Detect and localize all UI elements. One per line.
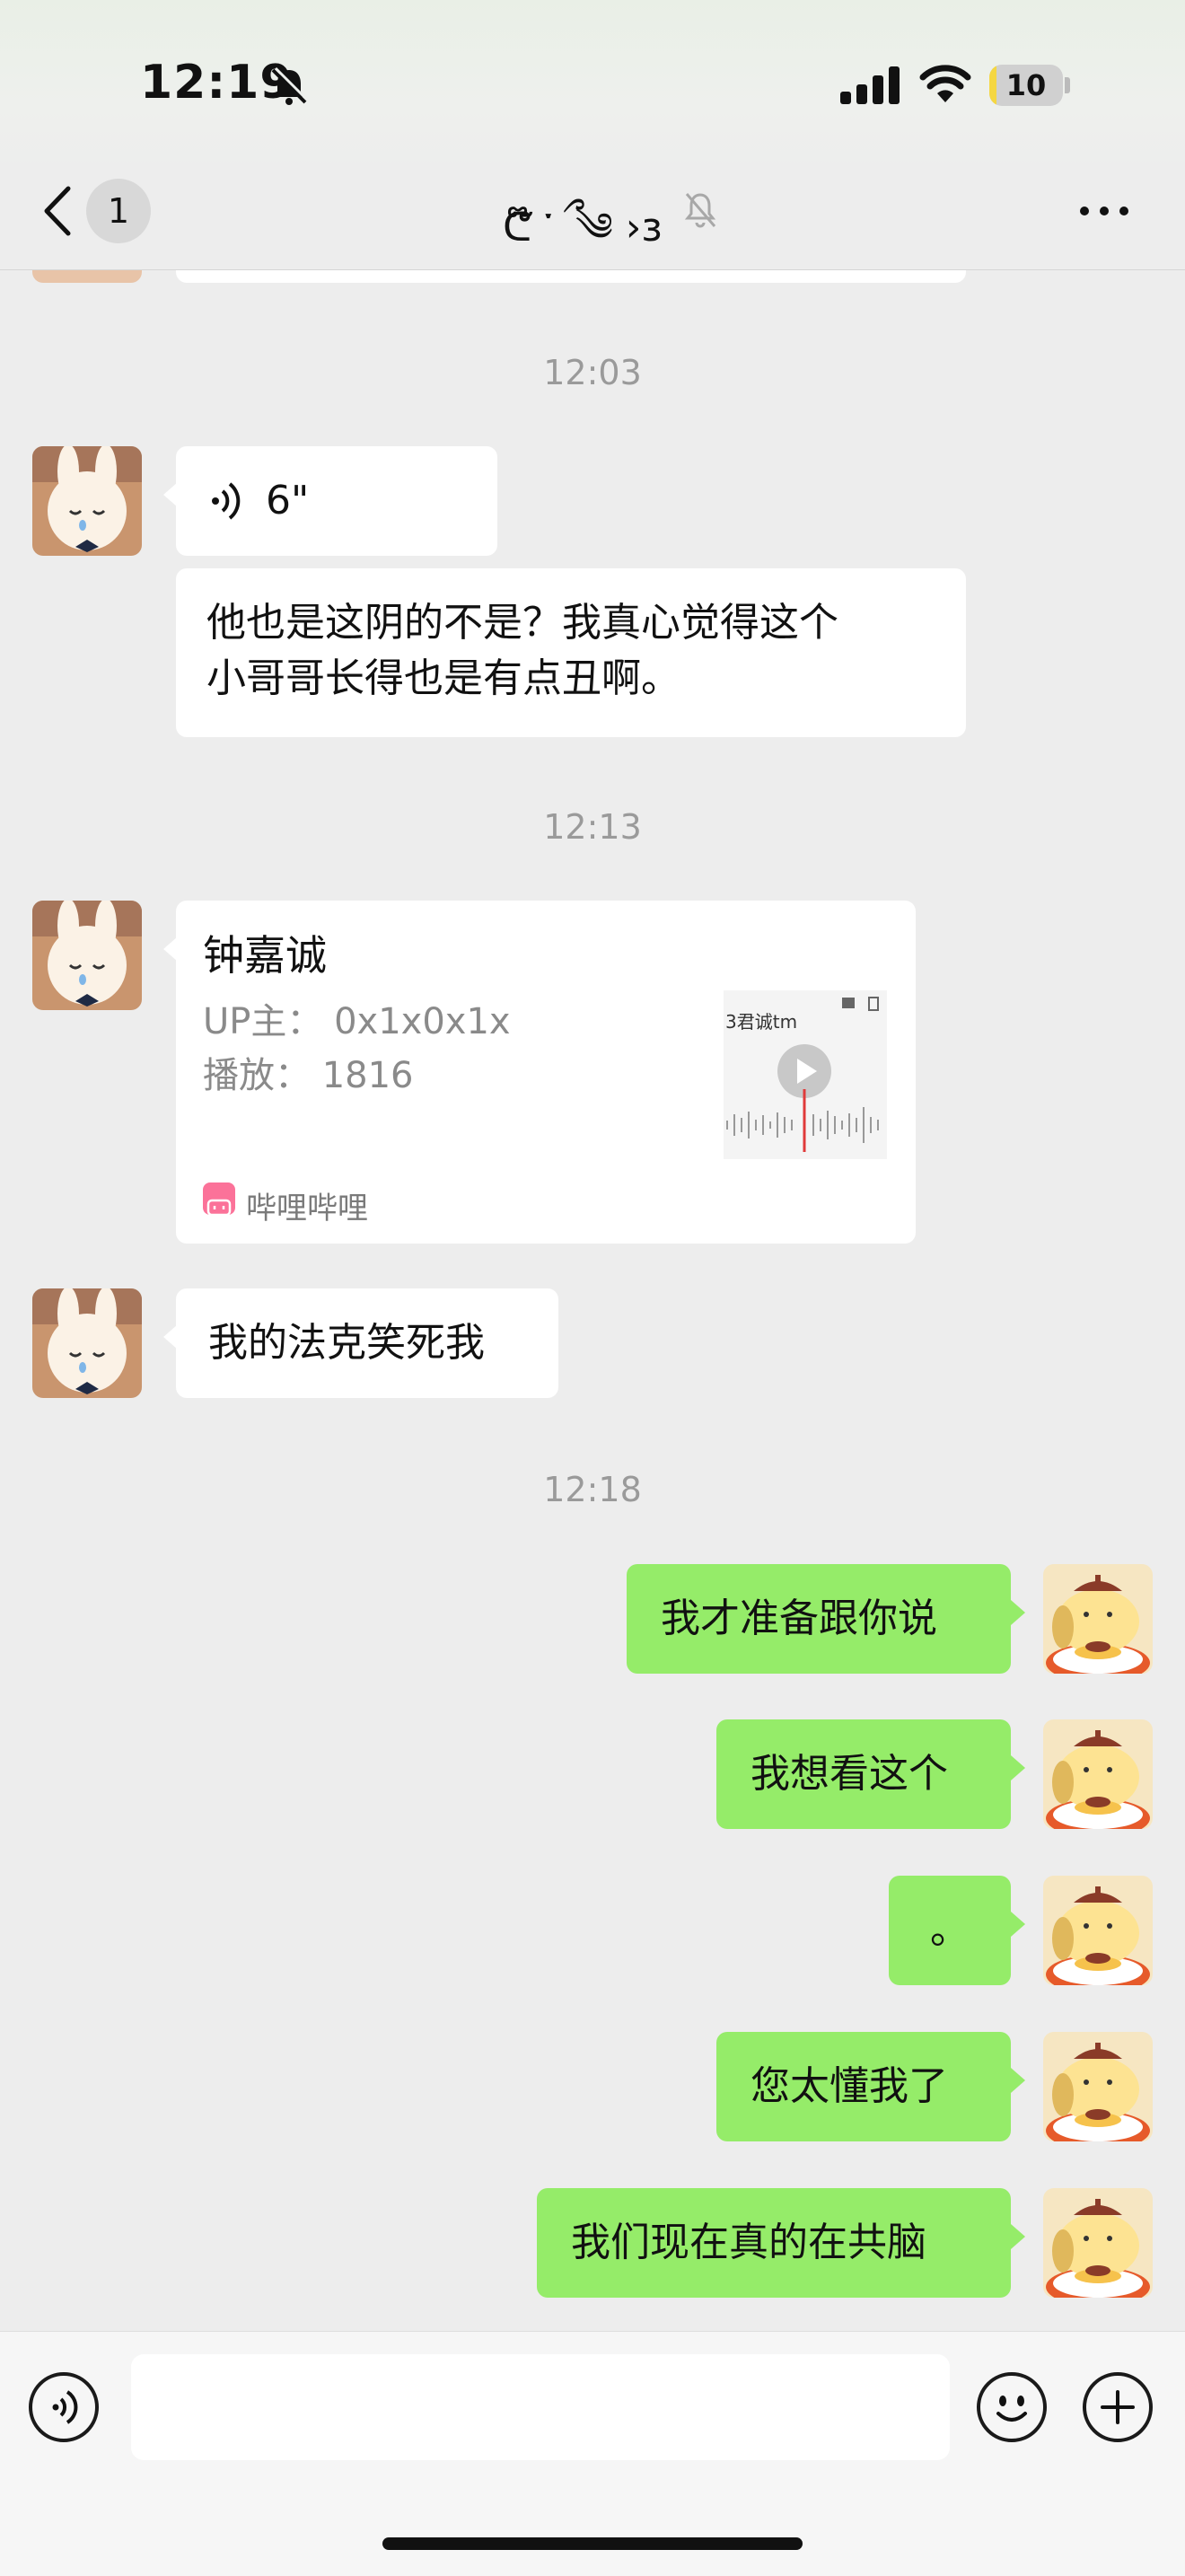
message-text-line: 。 bbox=[930, 1907, 970, 1953]
video-title: 钟嘉诚 bbox=[203, 931, 327, 980]
sent-message-bubble[interactable]: 我们现在真的在共脑 bbox=[537, 2188, 1025, 2298]
sent-message-bubble[interactable]: 。 bbox=[889, 1876, 1025, 1985]
my-avatar[interactable] bbox=[1043, 1719, 1153, 1829]
voice-mode-icon[interactable] bbox=[29, 2372, 99, 2442]
more-dots-icon[interactable] bbox=[1077, 202, 1131, 220]
pompompurin-avatar-image bbox=[1043, 1719, 1153, 1829]
timestamp: 12:03 bbox=[543, 353, 642, 392]
bunny-avatar-image bbox=[32, 901, 142, 1010]
timestamp: 12:18 bbox=[543, 1470, 642, 1509]
home-indicator bbox=[382, 2537, 803, 2550]
video-source: 哔哩哔哩 bbox=[246, 1191, 368, 1226]
message-text-line: 我们现在真的在共脑 bbox=[571, 2220, 926, 2265]
message-input[interactable] bbox=[131, 2354, 950, 2460]
unread-count-badge[interactable]: 1 bbox=[86, 179, 151, 243]
message-bubble[interactable] bbox=[176, 270, 966, 283]
pompompurin-avatar-image bbox=[1043, 2188, 1153, 2298]
video-share-card[interactable]: 钟嘉诚 UP主： 0x1x0x1x 播放： 1816 3君诚tm 哔哩哔哩 bbox=[163, 901, 916, 1244]
bunny-avatar-image bbox=[32, 446, 142, 556]
avatar[interactable] bbox=[32, 270, 142, 283]
muted-bell-icon bbox=[684, 193, 716, 228]
bunny-avatar-image bbox=[32, 1288, 142, 1398]
message-bubble[interactable]: 我的法克笑死我 bbox=[163, 1288, 558, 1398]
timestamp: 12:13 bbox=[543, 807, 642, 847]
my-avatar[interactable] bbox=[1043, 1876, 1153, 1985]
pompompurin-avatar-image bbox=[1043, 1876, 1153, 1985]
message-text-line: 我想看这个 bbox=[750, 1751, 948, 1797]
wifi-icon bbox=[919, 65, 971, 102]
message-text-line: 我的法克笑死我 bbox=[208, 1320, 485, 1366]
voice-message-bubble[interactable]: 6" bbox=[163, 446, 497, 556]
my-avatar[interactable] bbox=[1043, 2188, 1153, 2298]
emoji-icon[interactable] bbox=[977, 2372, 1047, 2442]
video-play-count: 播放： 1816 bbox=[203, 1055, 414, 1096]
status-bar: 12:19 10 bbox=[0, 0, 1185, 171]
message-text-line: 小哥哥长得也是有点丑啊。 bbox=[206, 655, 680, 701]
pompompurin-avatar-image bbox=[1043, 1564, 1153, 1674]
bilibili-logo-icon bbox=[203, 1182, 235, 1217]
sent-message-bubble[interactable]: 我想看这个 bbox=[716, 1719, 1025, 1829]
message-text-line: 我才准备跟你说 bbox=[661, 1596, 937, 1641]
my-avatar[interactable] bbox=[1043, 1564, 1153, 1674]
my-avatar[interactable] bbox=[1043, 2032, 1153, 2141]
contact-avatar[interactable] bbox=[32, 446, 142, 556]
pompompurin-avatar-image bbox=[1043, 2032, 1153, 2141]
message-text-line: 他也是这阴的不是？我真心觉得这个 bbox=[206, 600, 838, 646]
plus-icon[interactable] bbox=[1083, 2372, 1153, 2442]
battery-indicator: 10 bbox=[989, 65, 1072, 108]
message-text-line: 您太懂我了 bbox=[750, 2063, 948, 2109]
play-button-icon bbox=[726, 997, 879, 1152]
battery-level: 10 bbox=[1005, 68, 1047, 102]
message-bubble[interactable]: 他也是这阴的不是？我真心觉得这个 小哥哥长得也是有点丑啊。 bbox=[176, 568, 966, 737]
contact-avatar[interactable] bbox=[32, 1288, 142, 1398]
back-chevron-icon[interactable] bbox=[36, 180, 81, 242]
silent-bell-icon bbox=[271, 66, 310, 105]
voice-wave-icon bbox=[212, 482, 241, 520]
voice-duration: 6" bbox=[266, 478, 310, 523]
contact-avatar[interactable] bbox=[32, 901, 142, 1010]
video-uploader: UP主： 0x1x0x1x bbox=[203, 1001, 511, 1042]
sent-message-bubble[interactable]: 您太懂我了 bbox=[716, 2032, 1025, 2141]
cellular-signal-icon bbox=[840, 66, 900, 104]
message-list[interactable]: 12:03 6" 他也是这阴的不是？我真心觉得这个 小哥哥长得也是有点丑啊。 1… bbox=[0, 270, 1185, 2330]
video-thumbnail[interactable]: 3君诚tm bbox=[724, 990, 887, 1159]
sent-message-bubble[interactable]: 我才准备跟你说 bbox=[627, 1564, 1025, 1674]
